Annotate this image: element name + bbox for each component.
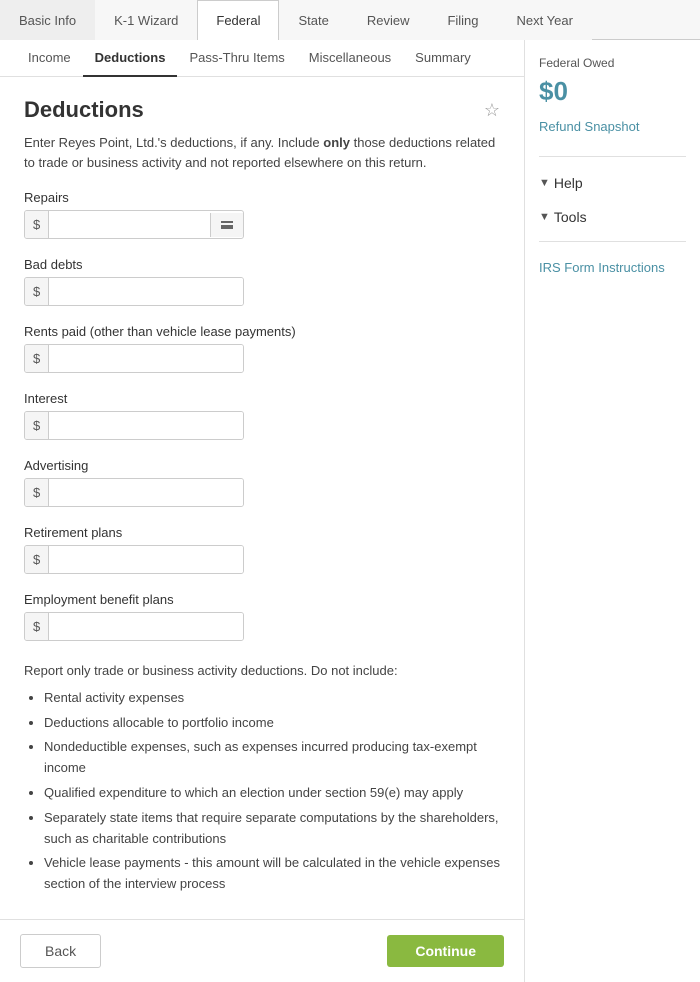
dollar-prefix-bad-debts: $ — [25, 278, 49, 305]
advertising-input[interactable] — [49, 479, 243, 506]
note-item-1: Rental activity expenses — [44, 688, 500, 709]
help-label: Help — [554, 175, 583, 191]
federal-owed-label: Federal Owed — [539, 56, 686, 70]
tab-federal[interactable]: Federal — [197, 0, 279, 40]
label-bad-debts: Bad debts — [24, 257, 500, 272]
tab-deductions[interactable]: Deductions — [83, 40, 178, 77]
note-item-4: Qualified expenditure to which an electi… — [44, 783, 500, 804]
label-repairs: Repairs — [24, 190, 500, 205]
repairs-list-button[interactable] — [210, 213, 243, 237]
list-icon — [219, 219, 235, 231]
notes-section: Report only trade or business activity d… — [24, 661, 500, 895]
label-interest: Interest — [24, 391, 500, 406]
tab-filing[interactable]: Filing — [428, 0, 497, 40]
notes-intro: Report only trade or business activity d… — [24, 661, 500, 682]
tab-state[interactable]: State — [279, 0, 347, 40]
rents-paid-input[interactable] — [49, 345, 243, 372]
sidebar-divider-1 — [539, 156, 686, 157]
continue-button[interactable]: Continue — [387, 935, 504, 967]
tab-next-year[interactable]: Next Year — [498, 0, 592, 40]
section-header: Deductions ☆ — [24, 97, 500, 123]
note-item-2: Deductions allocable to portfolio income — [44, 713, 500, 734]
tab-summary[interactable]: Summary — [403, 40, 483, 77]
employment-benefit-input[interactable] — [49, 613, 243, 640]
section-title: Deductions — [24, 97, 144, 123]
dollar-prefix-interest: $ — [25, 412, 49, 439]
label-advertising: Advertising — [24, 458, 500, 473]
help-section: ▼ Help — [539, 175, 686, 197]
refund-snapshot-link[interactable]: Refund Snapshot — [539, 119, 686, 134]
content-area: Income Deductions Pass-Thru Items Miscel… — [0, 40, 525, 982]
irs-form-instructions-link[interactable]: IRS Form Instructions — [539, 260, 686, 275]
field-advertising: Advertising $ — [24, 458, 500, 507]
chevron-down-icon-tools: ▼ — [539, 211, 550, 223]
tab-income[interactable]: Income — [16, 40, 83, 77]
sub-tab-nav: Income Deductions Pass-Thru Items Miscel… — [0, 40, 524, 77]
retirement-plans-input[interactable] — [49, 546, 243, 573]
field-retirement-plans: Retirement plans $ — [24, 525, 500, 574]
tab-review[interactable]: Review — [348, 0, 429, 40]
input-interest-row: $ — [24, 411, 244, 440]
note-item-6: Vehicle lease payments - this amount wil… — [44, 853, 500, 895]
tools-toggle[interactable]: ▼ Tools — [539, 209, 686, 225]
input-rents-paid-row: $ — [24, 344, 244, 373]
dollar-prefix-employment: $ — [25, 613, 49, 640]
notes-list: Rental activity expenses Deductions allo… — [24, 688, 500, 895]
input-repairs-row: $ — [24, 210, 244, 239]
tab-k1-wizard[interactable]: K-1 Wizard — [95, 0, 197, 40]
note-item-5: Separately state items that require sepa… — [44, 808, 500, 850]
input-advertising-row: $ — [24, 478, 244, 507]
tools-section: ▼ Tools — [539, 209, 686, 231]
interest-input[interactable] — [49, 412, 243, 439]
tab-miscellaneous[interactable]: Miscellaneous — [297, 40, 403, 77]
note-item-3: Nondeductible expenses, such as expenses… — [44, 737, 500, 779]
field-repairs: Repairs $ — [24, 190, 500, 239]
back-button[interactable]: Back — [20, 934, 101, 968]
label-employment-benefit: Employment benefit plans — [24, 592, 500, 607]
input-retirement-plans-row: $ — [24, 545, 244, 574]
tab-pass-thru[interactable]: Pass-Thru Items — [177, 40, 296, 77]
dollar-prefix-advertising: $ — [25, 479, 49, 506]
dollar-prefix-retirement: $ — [25, 546, 49, 573]
field-bad-debts: Bad debts $ — [24, 257, 500, 306]
field-interest: Interest $ — [24, 391, 500, 440]
sidebar: Federal Owed $0 Refund Snapshot ▼ Help ▼… — [525, 40, 700, 982]
main-layout: Income Deductions Pass-Thru Items Miscel… — [0, 40, 700, 982]
help-toggle[interactable]: ▼ Help — [539, 175, 686, 191]
tools-label: Tools — [554, 209, 587, 225]
field-employment-benefit: Employment benefit plans $ — [24, 592, 500, 641]
dollar-prefix-repairs: $ — [25, 211, 49, 238]
dollar-prefix-rents-paid: $ — [25, 345, 49, 372]
top-tab-nav: Basic Info K-1 Wizard Federal State Revi… — [0, 0, 700, 40]
chevron-down-icon: ▼ — [539, 177, 550, 189]
bookmark-icon[interactable]: ☆ — [484, 100, 500, 121]
page-wrapper: Basic Info K-1 Wizard Federal State Revi… — [0, 0, 700, 982]
desc-prefix: Enter Reyes Point, Ltd.'s deductions, if… — [24, 135, 323, 150]
field-rents-paid: Rents paid (other than vehicle lease pay… — [24, 324, 500, 373]
tab-basic-info[interactable]: Basic Info — [0, 0, 95, 40]
repairs-input[interactable] — [49, 211, 210, 238]
desc-bold: only — [323, 135, 350, 150]
bottom-nav: Back Continue — [0, 919, 524, 982]
label-retirement-plans: Retirement plans — [24, 525, 500, 540]
federal-owed-amount: $0 — [539, 76, 686, 107]
label-rents-paid: Rents paid (other than vehicle lease pay… — [24, 324, 500, 339]
input-bad-debts-row: $ — [24, 277, 244, 306]
form-area: Deductions ☆ Enter Reyes Point, Ltd.'s d… — [0, 77, 524, 919]
sidebar-divider-2 — [539, 241, 686, 242]
bad-debts-input[interactable] — [49, 278, 243, 305]
input-employment-benefit-row: $ — [24, 612, 244, 641]
section-description: Enter Reyes Point, Ltd.'s deductions, if… — [24, 133, 500, 172]
